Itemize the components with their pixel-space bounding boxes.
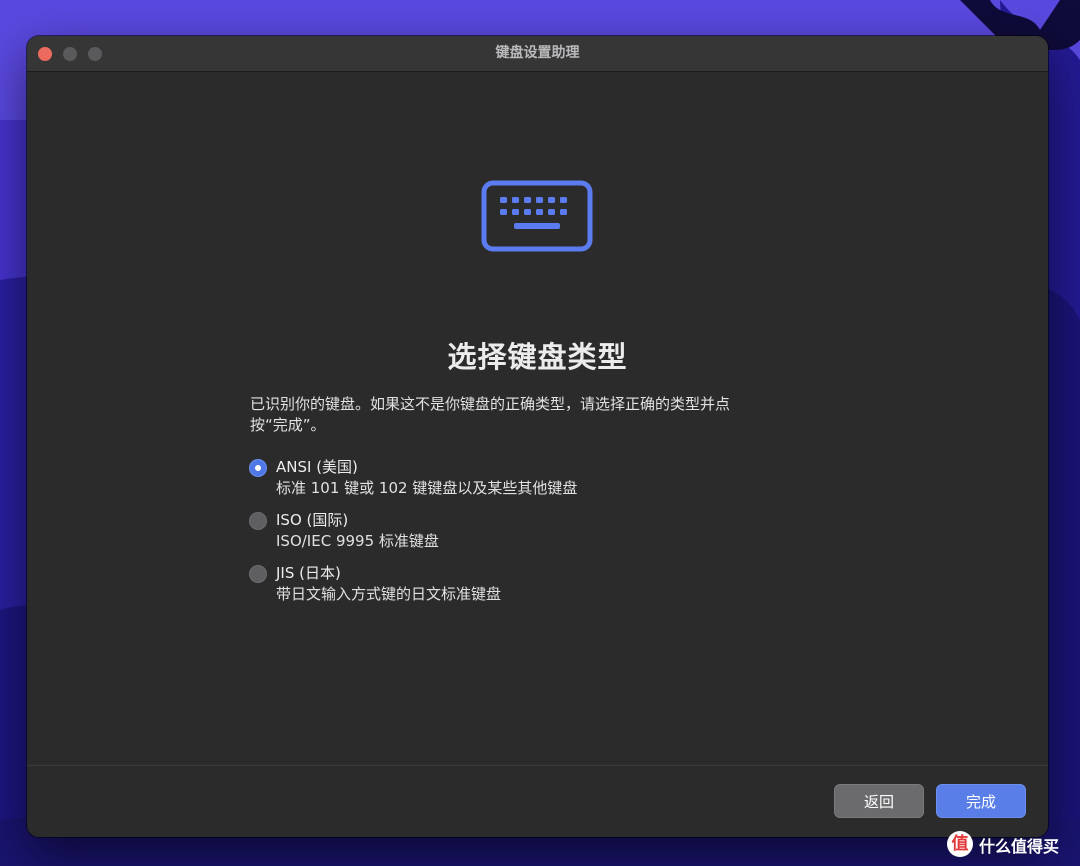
page-heading: 选择键盘类型 (447, 340, 628, 374)
option-ansi[interactable]: ANSI (美国) 标准 101 键或 102 键键盘以及某些其他键盘 (249, 457, 849, 510)
description-line-2: 按“完成”。 (250, 416, 326, 434)
option-subtitle: 带日文输入方式键的日文标准键盘 (276, 585, 502, 603)
watermark-text: 什么值得买 (979, 837, 1060, 856)
title-bar[interactable]: 键盘设置助理 (27, 36, 1048, 72)
option-title: ANSI (美国) (276, 458, 358, 476)
option-subtitle: 标准 101 键或 102 键键盘以及某些其他键盘 (276, 479, 578, 497)
radio-ansi[interactable] (249, 459, 267, 477)
window-title: 键盘设置助理 (495, 45, 580, 61)
option-subtitle: ISO/IEC 9995 标准键盘 (276, 532, 439, 550)
option-jis[interactable]: JIS (日本) 带日文输入方式键的日文标准键盘 (249, 563, 849, 616)
option-title: JIS (日本) (276, 564, 341, 582)
description-line-1: 已识别你的键盘。如果这不是你键盘的正确类型，请选择正确的类型并点 (250, 395, 731, 413)
option-title: ISO (国际) (276, 511, 349, 529)
radio-jis[interactable] (249, 565, 267, 583)
footer-bar: 返回 完成 (27, 765, 1048, 837)
main-content: 选择键盘类型 已识别你的键盘。如果这不是你键盘的正确类型，请选择正确的类型并点 … (27, 72, 1048, 764)
keyboard-setup-window: 键盘设置助理 选择键盘类型 已识别你的键盘。如果这不是你键盘的正确类型，请选择正… (27, 36, 1048, 837)
watermark-logo-icon: 值 (947, 831, 973, 857)
keyboard-type-options: ANSI (美国) 标准 101 键或 102 键键盘以及某些其他键盘 ISO … (249, 457, 849, 616)
back-button[interactable]: 返回 (834, 784, 924, 818)
done-button[interactable]: 完成 (936, 784, 1026, 818)
option-iso[interactable]: ISO (国际) ISO/IEC 9995 标准键盘 (249, 510, 849, 563)
keyboard-icon (481, 180, 593, 252)
radio-iso[interactable] (249, 512, 267, 530)
description-text: 已识别你的键盘。如果这不是你键盘的正确类型，请选择正确的类型并点 按“完成”。 (250, 394, 810, 436)
